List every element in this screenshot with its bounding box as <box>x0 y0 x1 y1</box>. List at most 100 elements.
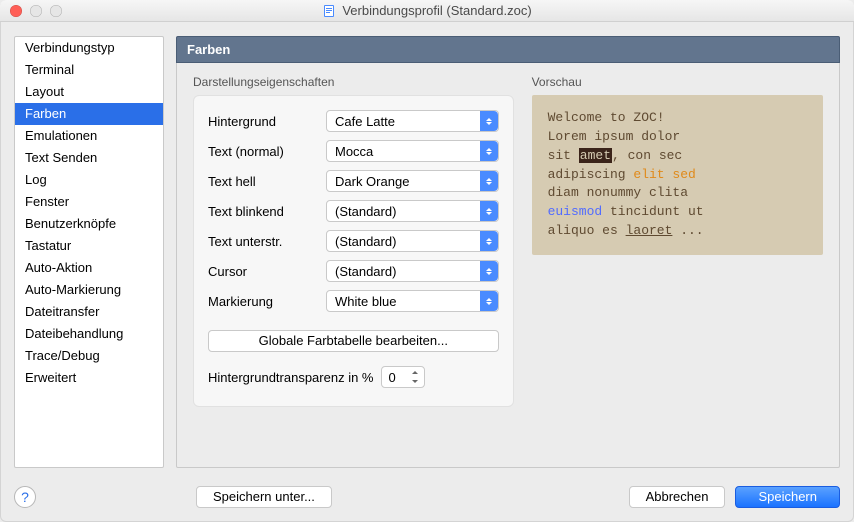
properties-column: Darstellungseigenschaften Hintergrund Ca… <box>193 75 514 451</box>
sidebar-item-terminal[interactable]: Terminal <box>15 59 163 81</box>
sidebar-item-keyboard[interactable]: Tastatur <box>15 235 163 257</box>
preview-title: Vorschau <box>532 75 823 89</box>
sidebar-item-emulations[interactable]: Emulationen <box>15 125 163 147</box>
select-text-bright[interactable]: Dark Orange <box>326 170 499 192</box>
sidebar-item-label: Log <box>25 172 47 187</box>
preview-line: diam nonummy clita <box>548 184 807 203</box>
preview-line: euismod tincidunt ut <box>548 203 807 222</box>
label-text-under: Text unterstr. <box>208 234 326 249</box>
sidebar-item-advanced[interactable]: Erweitert <box>15 367 163 389</box>
global-color-table-button[interactable]: Globale Farbtabelle bearbeiten... <box>208 330 499 352</box>
document-icon <box>322 4 336 18</box>
sidebar-item-label: Verbindungstyp <box>25 40 115 55</box>
sidebar-item-label: Trace/Debug <box>25 348 100 363</box>
sidebar-item-label: Dateitransfer <box>25 304 99 319</box>
sidebar-item-log[interactable]: Log <box>15 169 163 191</box>
row-text-under: Text unterstr. (Standard) <box>208 230 499 252</box>
sidebar-item-colors[interactable]: Farben <box>15 103 163 125</box>
select-background[interactable]: Cafe Latte <box>326 110 499 132</box>
help-button[interactable]: ? <box>14 486 36 508</box>
stepper-value: 0 <box>388 370 395 385</box>
preview-line: Lorem ipsum dolor <box>548 128 807 147</box>
sidebar-item-label: Tastatur <box>25 238 71 253</box>
select-value: Cafe Latte <box>335 114 395 129</box>
sidebar-item-auto-mark[interactable]: Auto-Markierung <box>15 279 163 301</box>
footer: ? Speichern unter... Abbrechen Speichern <box>0 478 854 522</box>
preview-line: sit amet, con sec <box>548 147 807 166</box>
sidebar-item-trace-debug[interactable]: Trace/Debug <box>15 345 163 367</box>
transparency-stepper[interactable]: 0 <box>381 366 425 388</box>
sidebar-item-label: Terminal <box>25 62 74 77</box>
select-text-normal[interactable]: Mocca <box>326 140 499 162</box>
properties-title: Darstellungseigenschaften <box>193 75 514 89</box>
preview-column: Vorschau Welcome to ZOC! Lorem ipsum dol… <box>532 75 823 451</box>
sidebar-item-user-buttons[interactable]: Benutzerknöpfe <box>15 213 163 235</box>
label-cursor: Cursor <box>208 264 326 279</box>
chevron-updown-icon <box>480 261 498 281</box>
chevron-updown-icon <box>480 171 498 191</box>
preview-underline-text: laoret <box>626 223 673 238</box>
label-transparency: Hintergrundtransparenz in % <box>208 370 373 385</box>
chevron-updown-icon <box>480 141 498 161</box>
chevron-updown-icon <box>480 201 498 221</box>
stepper-arrows-icon <box>412 368 422 386</box>
properties-box: Hintergrund Cafe Latte Text (normal) Moc… <box>193 95 514 407</box>
sidebar-item-label: Farben <box>25 106 66 121</box>
select-text-under[interactable]: (Standard) <box>326 230 499 252</box>
label-text-bright: Text hell <box>208 174 326 189</box>
window-title: Verbindungsprofil (Standard.zoc) <box>0 3 854 18</box>
save-as-button[interactable]: Speichern unter... <box>196 486 332 508</box>
window: Verbindungsprofil (Standard.zoc) Verbind… <box>0 0 854 522</box>
sidebar-item-label: Dateibehandlung <box>25 326 123 341</box>
panel-header: Farben <box>176 36 840 63</box>
row-text-blink: Text blinkend (Standard) <box>208 200 499 222</box>
select-value: (Standard) <box>335 234 396 249</box>
save-button[interactable]: Speichern <box>735 486 840 508</box>
row-selection: Markierung White blue <box>208 290 499 312</box>
row-background: Hintergrund Cafe Latte <box>208 110 499 132</box>
preview-box: Welcome to ZOC! Lorem ipsum dolor sit am… <box>532 95 823 255</box>
main: Farben Darstellungseigenschaften Hinterg… <box>176 36 840 468</box>
panel-body: Darstellungseigenschaften Hintergrund Ca… <box>176 63 840 468</box>
sidebar-item-label: Auto-Markierung <box>25 282 121 297</box>
sidebar-item-label: Erweitert <box>25 370 76 385</box>
row-text-normal: Text (normal) Mocca <box>208 140 499 162</box>
select-value: Dark Orange <box>335 174 409 189</box>
sidebar-item-label: Fenster <box>25 194 69 209</box>
label-selection: Markierung <box>208 294 326 309</box>
sidebar-item-label: Benutzerknöpfe <box>25 216 116 231</box>
chevron-updown-icon <box>480 231 498 251</box>
row-transparency: Hintergrundtransparenz in % 0 <box>208 366 499 388</box>
sidebar-item-file-transfer[interactable]: Dateitransfer <box>15 301 163 323</box>
sidebar-item-connection-type[interactable]: Verbindungstyp <box>15 37 163 59</box>
sidebar-item-file-handling[interactable]: Dateibehandlung <box>15 323 163 345</box>
sidebar-item-label: Text Senden <box>25 150 97 165</box>
cancel-button[interactable]: Abbrechen <box>629 486 726 508</box>
select-selection[interactable]: White blue <box>326 290 499 312</box>
preview-colored-text: euismod <box>548 204 603 219</box>
label-text-blink: Text blinkend <box>208 204 326 219</box>
sidebar-item-label: Emulationen <box>25 128 97 143</box>
select-text-blink[interactable]: (Standard) <box>326 200 499 222</box>
sidebar: Verbindungstyp Terminal Layout Farben Em… <box>14 36 164 468</box>
chevron-updown-icon <box>480 111 498 131</box>
sidebar-item-auto-action[interactable]: Auto-Aktion <box>15 257 163 279</box>
sidebar-item-label: Layout <box>25 84 64 99</box>
sidebar-item-window[interactable]: Fenster <box>15 191 163 213</box>
sidebar-item-send-text[interactable]: Text Senden <box>15 147 163 169</box>
window-title-text: Verbindungsprofil (Standard.zoc) <box>342 3 531 18</box>
preview-line: aliquo es laoret ... <box>548 222 807 241</box>
preview-line: adipiscing elit sed <box>548 166 807 185</box>
body: Verbindungstyp Terminal Layout Farben Em… <box>0 22 854 478</box>
select-value: Mocca <box>335 144 373 159</box>
select-value: White blue <box>335 294 396 309</box>
row-text-bright: Text hell Dark Orange <box>208 170 499 192</box>
sidebar-item-label: Auto-Aktion <box>25 260 92 275</box>
row-cursor: Cursor (Standard) <box>208 260 499 282</box>
label-background: Hintergrund <box>208 114 326 129</box>
chevron-updown-icon <box>480 291 498 311</box>
preview-bright-text: elit sed <box>633 167 695 182</box>
sidebar-item-layout[interactable]: Layout <box>15 81 163 103</box>
select-value: (Standard) <box>335 204 396 219</box>
select-cursor[interactable]: (Standard) <box>326 260 499 282</box>
